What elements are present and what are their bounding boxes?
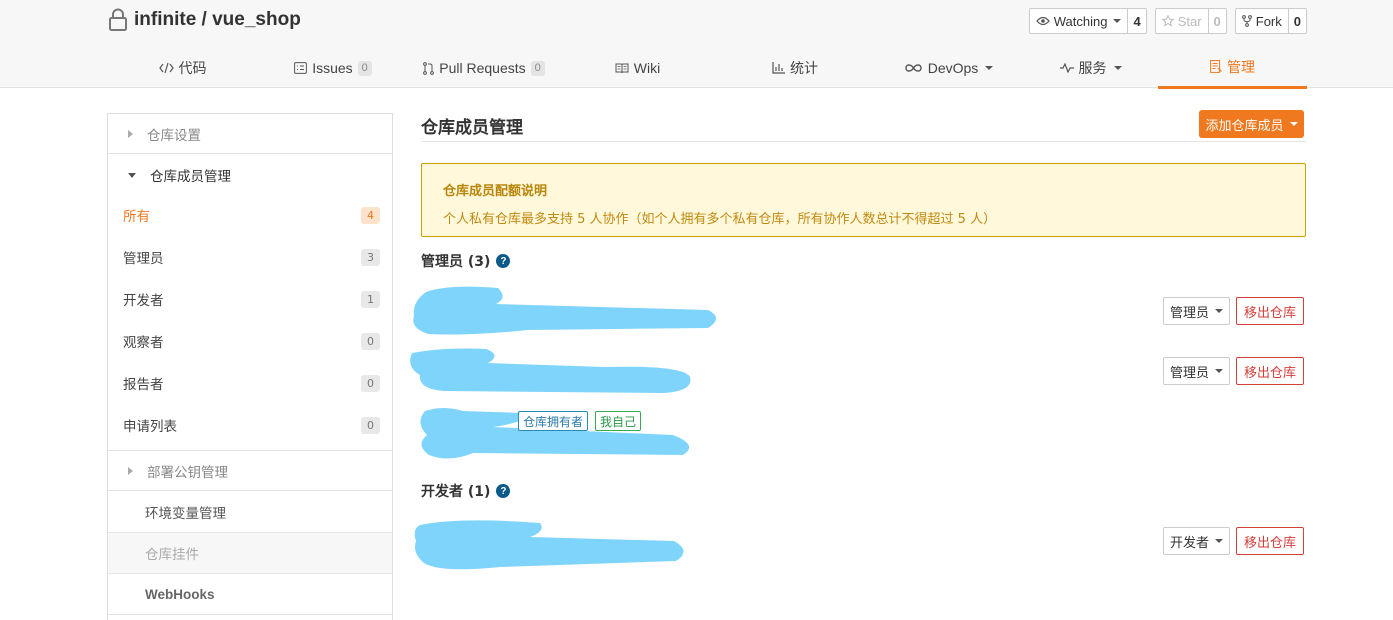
tab-manage[interactable]: 管理 (1158, 47, 1307, 89)
fork-button[interactable]: Fork 0 (1234, 8, 1307, 34)
quota-notice: 仓库成员配额说明 个人私有仓库最多支持 5 人协作（如个人拥有多个私有仓库，所有… (421, 163, 1306, 237)
watch-button[interactable]: Watching 4 (1028, 8, 1147, 34)
remove-member-button[interactable]: 移出仓库 (1236, 297, 1304, 325)
count-badge: 1 (361, 290, 380, 308)
notice-title: 仓库成员配额说明 (443, 184, 548, 199)
chevron-down-icon (985, 66, 994, 70)
help-icon[interactable]: ? (496, 254, 511, 268)
chevron-down-icon (1113, 66, 1122, 70)
chevron-down-icon (1215, 369, 1224, 373)
page-title: 仓库成员管理 (421, 118, 523, 138)
sidebar-item-plugins[interactable]: 仓库挂件 (108, 533, 392, 574)
star-button[interactable]: Star 0 (1154, 8, 1227, 34)
sidebar-item-all[interactable]: 所有 4 (108, 194, 392, 236)
issues-icon (294, 62, 308, 74)
settings-sidebar: 仓库设置 仓库成员管理 所有 4 管理员 3 开发者 1 观察者 0 报告者 0… (107, 113, 393, 620)
remove-member-button[interactable]: 移出仓库 (1236, 357, 1304, 385)
repo-actions: Watching 4 Star 0 Fork 0 (1028, 8, 1307, 34)
pull-request-icon (423, 61, 435, 75)
owner-tag: 仓库拥有者 (518, 411, 589, 431)
count-badge: 0 (361, 374, 380, 392)
tab-services[interactable]: 服务 (1023, 47, 1158, 89)
count-badge: 3 (361, 248, 380, 266)
repo-title[interactable]: infinite / vue_shop (108, 8, 301, 32)
tab-pull-requests[interactable]: Pull Requests 0 (409, 47, 559, 89)
count-badge: 0 (361, 416, 380, 434)
sidebar-item-observers[interactable]: 观察者 0 (108, 320, 392, 362)
book-icon (615, 63, 629, 73)
admins-heading: 管理员 (3) ? (421, 251, 511, 271)
chevron-down-icon (1215, 309, 1224, 313)
role-dropdown-developer[interactable]: 开发者 (1163, 527, 1231, 555)
sidebar-item-admins[interactable]: 管理员 3 (108, 236, 392, 278)
lock-icon (109, 8, 127, 31)
star-icon (1161, 15, 1174, 27)
developers-heading: 开发者 (1) ? (421, 481, 511, 501)
sidebar-section-deploy-keys[interactable]: 部署公钥管理 (108, 451, 392, 491)
sidebar-item-webhooks[interactable]: WebHooks (108, 574, 392, 615)
caret-down-icon (128, 172, 136, 178)
add-member-button[interactable]: 添加仓库成员 (1199, 110, 1304, 138)
tab-devops[interactable]: DevOps (874, 47, 1023, 89)
title-divider (421, 141, 1306, 142)
count-badge: 0 (361, 332, 380, 350)
tab-code[interactable]: 代码 (108, 47, 257, 89)
star-count[interactable]: 0 (1209, 9, 1226, 33)
caret-right-icon (128, 129, 133, 138)
role-dropdown-admin[interactable]: 管理员 (1163, 297, 1231, 325)
pulse-icon (1059, 63, 1074, 73)
bar-chart-icon (772, 62, 785, 74)
chevron-down-icon (1289, 122, 1298, 126)
tab-wiki[interactable]: Wiki (559, 47, 716, 89)
repo-header: infinite / vue_shop Watching 4 Star 0 Fo… (0, 0, 1393, 89)
sidebar-item-requests[interactable]: 申请列表 0 (108, 404, 392, 446)
role-dropdown-admin[interactable]: 管理员 (1163, 357, 1231, 385)
sidebar-section-repo-settings[interactable]: 仓库设置 (108, 114, 392, 154)
document-icon (1210, 60, 1222, 73)
redacted-member-name (413, 286, 716, 335)
notice-body: 个人私有仓库最多支持 5 人协作（如个人拥有多个私有仓库，所有协作人数总计不得超… (443, 212, 997, 227)
count-badge: 4 (361, 206, 380, 224)
fork-count[interactable]: 0 (1289, 9, 1306, 33)
chevron-down-icon (1215, 539, 1224, 543)
eye-icon (1035, 16, 1050, 26)
redacted-member-name (414, 520, 684, 570)
fork-icon (1241, 15, 1252, 27)
redacted-member-name (410, 348, 691, 393)
watch-count[interactable]: 4 (1128, 9, 1145, 33)
code-icon (158, 62, 174, 74)
help-icon[interactable]: ? (496, 484, 511, 498)
sidebar-section-member-mgmt[interactable]: 仓库成员管理 (108, 155, 392, 195)
infinity-icon (905, 64, 922, 72)
chevron-down-icon (1113, 19, 1122, 23)
self-tag: 我自己 (595, 411, 642, 431)
remove-member-button[interactable]: 移出仓库 (1236, 527, 1304, 555)
sidebar-item-reporters[interactable]: 报告者 0 (108, 362, 392, 404)
sidebar-item-developers[interactable]: 开发者 1 (108, 278, 392, 320)
sidebar-item-env-vars[interactable]: 环境变量管理 (108, 492, 392, 533)
caret-right-icon (128, 466, 133, 475)
repo-tabs: 代码 Issues 0 Pull Requests 0 Wiki 统计 DevO… (108, 47, 1307, 89)
tab-issues[interactable]: Issues 0 (257, 47, 409, 89)
tab-stats[interactable]: 统计 (716, 47, 874, 89)
